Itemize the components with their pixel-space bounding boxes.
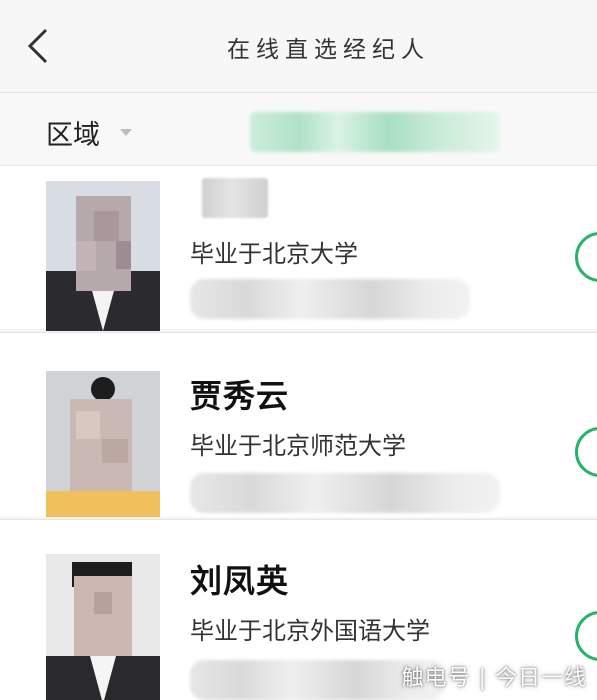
agent-avatar [46, 181, 160, 331]
top-navigation-bar: 在线直选经纪人 [0, 0, 597, 93]
agent-school: 毕业于北京外国语大学 [190, 617, 430, 645]
agent-info-redacted [190, 473, 500, 513]
agent-school: 毕业于北京师范大学 [190, 432, 406, 460]
agent-info-redacted [190, 279, 470, 319]
contact-button[interactable] [575, 232, 597, 282]
agent-name-redacted [202, 178, 268, 218]
agent-name: 刘凤英 [190, 562, 290, 600]
page-title: 在线直选经纪人 [227, 37, 430, 63]
contact-button[interactable] [575, 427, 597, 477]
page: 在线直选经纪人 区域 毕业于北京大学 贾秀云 毕业于北京师范大学 刘凤英 毕业于… [0, 0, 597, 700]
agent-avatar [46, 554, 160, 700]
agent-card[interactable]: 毕业于北京大学 [0, 166, 597, 331]
agent-avatar [46, 371, 160, 517]
blurred-filter-banner [250, 112, 500, 152]
contact-button[interactable] [575, 611, 597, 661]
watermark: 触电号 | 今日一线 [401, 666, 587, 691]
caret-down-icon[interactable] [120, 129, 132, 136]
agent-card[interactable]: 贾秀云 毕业于北京师范大学 [0, 332, 597, 517]
agent-name: 贾秀云 [190, 377, 290, 415]
agent-school: 毕业于北京大学 [190, 240, 358, 268]
region-filter-label[interactable]: 区域 [46, 113, 100, 152]
